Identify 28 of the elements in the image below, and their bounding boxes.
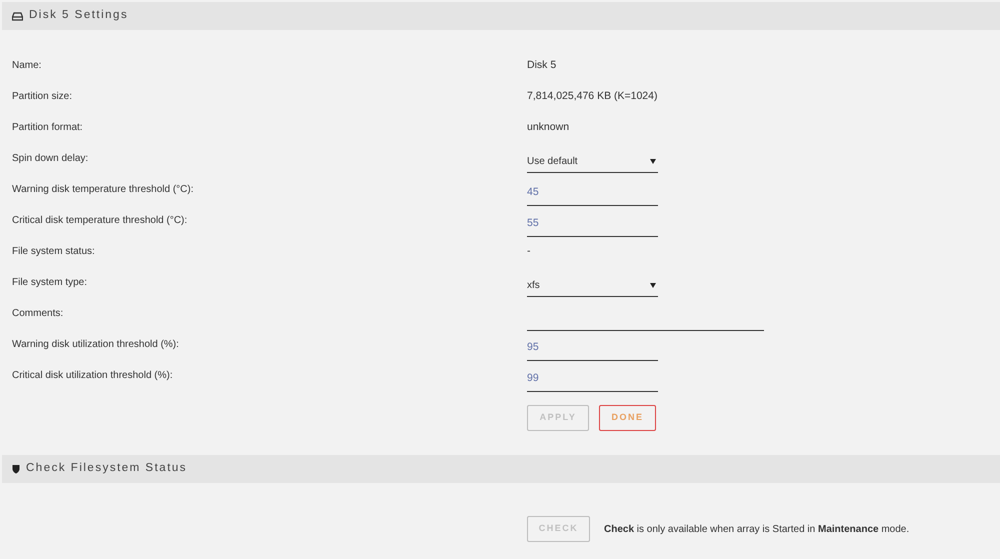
input-field[interactable]: 45	[527, 182, 658, 206]
field-label: Spin down delay:	[11, 152, 90, 166]
info-text: Check is only available when array is Started in Maintenance mode.	[604, 522, 910, 536]
input-field[interactable]: 95	[527, 336, 658, 360]
field-label: Critical disk utilization threshold (%):	[11, 369, 174, 383]
field-label: Warning disk utilization threshold (%):	[11, 338, 180, 352]
shield-icon	[12, 464, 20, 474]
dropdown[interactable]: xfs	[527, 274, 658, 296]
caret-icon	[650, 282, 656, 288]
dropdown[interactable]: Use default	[527, 150, 658, 172]
section-title: Check Filesystem Status	[26, 461, 188, 476]
input-field[interactable]: 99	[527, 368, 658, 392]
field-label: Warning disk temperature threshold (°C):	[11, 183, 194, 197]
field-value: unknown	[527, 120, 570, 135]
field-value: 7,814,025,476 KB (K=1024)	[527, 88, 658, 104]
field-label: Name:	[11, 59, 42, 73]
section-title: Disk 5 Settings	[29, 8, 128, 24]
field-value: Disk 5	[527, 58, 556, 73]
field-label: Comments:	[11, 307, 64, 321]
field-label: Partition format:	[11, 121, 84, 135]
field-label: Partition size:	[11, 90, 74, 104]
drive-icon	[12, 12, 23, 20]
field-value: -	[527, 244, 530, 259]
field-label: File system type:	[11, 276, 88, 290]
input-field[interactable]: 55	[527, 212, 658, 236]
caret-icon	[650, 158, 656, 164]
field-label: Critical disk temperature threshold (°C):	[11, 214, 188, 228]
field-label: File system status:	[11, 245, 96, 259]
